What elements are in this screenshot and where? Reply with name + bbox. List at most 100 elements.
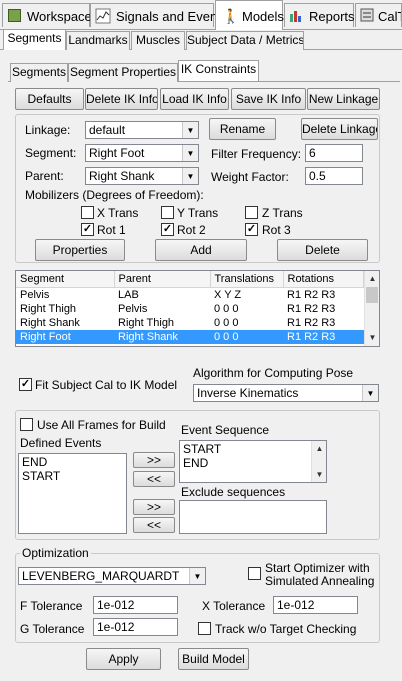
save-ik-info-button[interactable]: Save IK Info [231,88,306,110]
fit-subject-cal-checkbox[interactable]: ✓ [19,378,32,391]
sequence-scrollbar[interactable]: ▲ ▼ [311,441,326,482]
cell-rotations: R1 R2 R3 [287,302,336,315]
add-exclude-button[interactable]: >> [133,499,175,515]
sub-tab-muscles[interactable]: Muscles [131,31,185,50]
linkage-value: default [89,123,126,137]
f-tolerance-input[interactable]: 1e-012 [93,596,178,614]
models-icon: 🚶 [222,8,240,24]
main-tab-models[interactable]: 🚶 Models [215,0,284,30]
defined-events-list[interactable]: END START [18,453,127,534]
weight-factor-input[interactable]: 0.5 [305,167,363,185]
table-row[interactable]: Right Shank Right Thigh 0 0 0 R1 R2 R3 [16,316,364,330]
sub-tab-bar: Segments Landmarks Muscles Subject Data … [0,29,402,50]
chevron-down-icon: ▼ [362,385,378,401]
scroll-up-icon[interactable]: ▲ [366,272,379,285]
inner-tab-segment-properties[interactable]: Segment Properties [68,63,178,82]
table-row[interactable]: Pelvis LAB X Y Z R1 R2 R3 [16,287,364,302]
cell-segment: Right Shank [20,316,80,329]
cell-translations: 0 0 0 [214,316,239,329]
simulated-annealing-checkbox[interactable] [248,567,261,580]
cell-parent: Pelvis [118,302,148,315]
event-sequence-list[interactable]: START END ▲ ▼ [179,440,327,483]
main-tab-label: CalT [378,9,401,24]
scroll-thumb[interactable] [366,287,378,303]
col-rotations[interactable]: Rotations [283,271,364,288]
track-target-checkbox[interactable] [198,622,211,635]
event-sequence-label: Event Sequence [181,423,270,437]
add-button[interactable]: Add [155,239,247,261]
reports-icon [289,8,303,23]
add-event-button[interactable]: >> [133,452,175,468]
main-tab-workspace[interactable]: Workspace [2,3,92,27]
rename-button[interactable]: Rename [209,118,276,140]
remove-event-button[interactable]: << [133,471,175,487]
delete-button[interactable]: Delete [277,239,368,261]
filter-frequency-label: Filter Frequency: [211,147,302,161]
signals-icon [95,8,111,24]
apply-button[interactable]: Apply [86,648,161,670]
defaults-button[interactable]: Defaults [15,88,84,110]
filter-frequency-input[interactable]: 6 [305,144,363,162]
sub-tab-segments[interactable]: Segments [3,29,66,50]
main-tab-reports[interactable]: Reports [284,3,355,27]
delete-linkage-button[interactable]: Delete Linkage [301,118,378,140]
main-tab-label: Models [242,9,284,24]
delete-ik-info-button[interactable]: Delete IK Info [85,88,158,110]
inner-tab-bar: Segments Segment Properties IK Constrain… [8,60,400,82]
workspace-icon [8,9,21,22]
sub-tab-subject-data[interactable]: Subject Data / Metrics [186,31,304,50]
rot1-checkbox[interactable]: ✓ [81,223,94,236]
col-translations[interactable]: Translations [210,271,284,288]
chevron-down-icon: ▼ [182,122,198,138]
inner-tab-segments[interactable]: Segments [10,63,68,82]
inner-tab-ik-constraints[interactable]: IK Constraints [178,60,259,81]
scroll-up-icon[interactable]: ▲ [313,442,326,455]
col-segment[interactable]: Segment [16,271,115,288]
table-row-selected[interactable]: Right Foot Right Shank 0 0 0 R1 R2 R3 [16,329,364,344]
parent-select[interactable]: Right Shank ▼ [85,167,199,185]
chevron-down-icon: ▼ [182,145,198,161]
main-tab-calc[interactable]: CalT [355,3,402,27]
rot2-checkbox[interactable]: ✓ [161,223,174,236]
col-parent[interactable]: Parent [114,271,211,288]
remove-exclude-button[interactable]: << [133,517,175,533]
load-ik-info-button[interactable]: Load IK Info [160,88,229,110]
simulated-annealing-label-line1: Start Optimizer with [265,561,370,575]
cell-rotations: R1 R2 R3 [287,288,336,301]
sub-tab-landmarks[interactable]: Landmarks [66,31,130,50]
ytrans-checkbox[interactable] [161,206,174,219]
table-row[interactable]: Right Thigh Pelvis 0 0 0 R1 R2 R3 [16,302,364,316]
x-tolerance-input[interactable]: 1e-012 [273,596,358,614]
rot1-label: Rot 1 [97,223,126,237]
cell-parent: Right Thigh [118,316,175,329]
segment-select[interactable]: Right Foot ▼ [85,144,199,162]
scroll-down-icon[interactable]: ▼ [366,331,379,344]
algorithm-select[interactable]: Inverse Kinematics ▼ [193,384,379,402]
exclude-sequences-list[interactable] [179,500,327,534]
properties-button[interactable]: Properties [35,239,125,261]
scroll-down-icon[interactable]: ▼ [313,468,326,481]
rot3-checkbox[interactable]: ✓ [245,223,258,236]
main-tab-signals[interactable]: Signals and Events [90,3,227,27]
cell-segment: Right Foot [16,329,114,344]
new-linkage-button[interactable]: New Linkage [307,88,380,110]
ztrans-checkbox[interactable] [245,206,258,219]
list-item[interactable]: START [22,469,60,483]
list-item[interactable]: START [183,442,221,456]
xtrans-checkbox[interactable] [81,206,94,219]
g-tolerance-label: G Tolerance [20,622,85,636]
linkage-select[interactable]: default ▼ [85,121,199,139]
calc-icon [360,8,374,22]
defined-events-label: Defined Events [20,436,102,450]
use-all-frames-checkbox[interactable] [20,418,33,431]
table-scrollbar[interactable]: ▲ ▼ [364,271,379,346]
optimizer-select[interactable]: LEVENBERG_MARQUARDT ▼ [18,567,206,585]
list-item[interactable]: END [22,455,47,469]
exclude-sequences-label: Exclude sequences [181,485,286,499]
optimizer-value: LEVENBERG_MARQUARDT [22,569,180,583]
list-item[interactable]: END [183,456,208,470]
build-model-button[interactable]: Build Model [178,648,249,670]
parent-value: Right Shank [89,169,155,183]
segment-table[interactable]: Segment Parent Translations Rotations Pe… [15,270,380,347]
g-tolerance-input[interactable]: 1e-012 [93,618,178,636]
